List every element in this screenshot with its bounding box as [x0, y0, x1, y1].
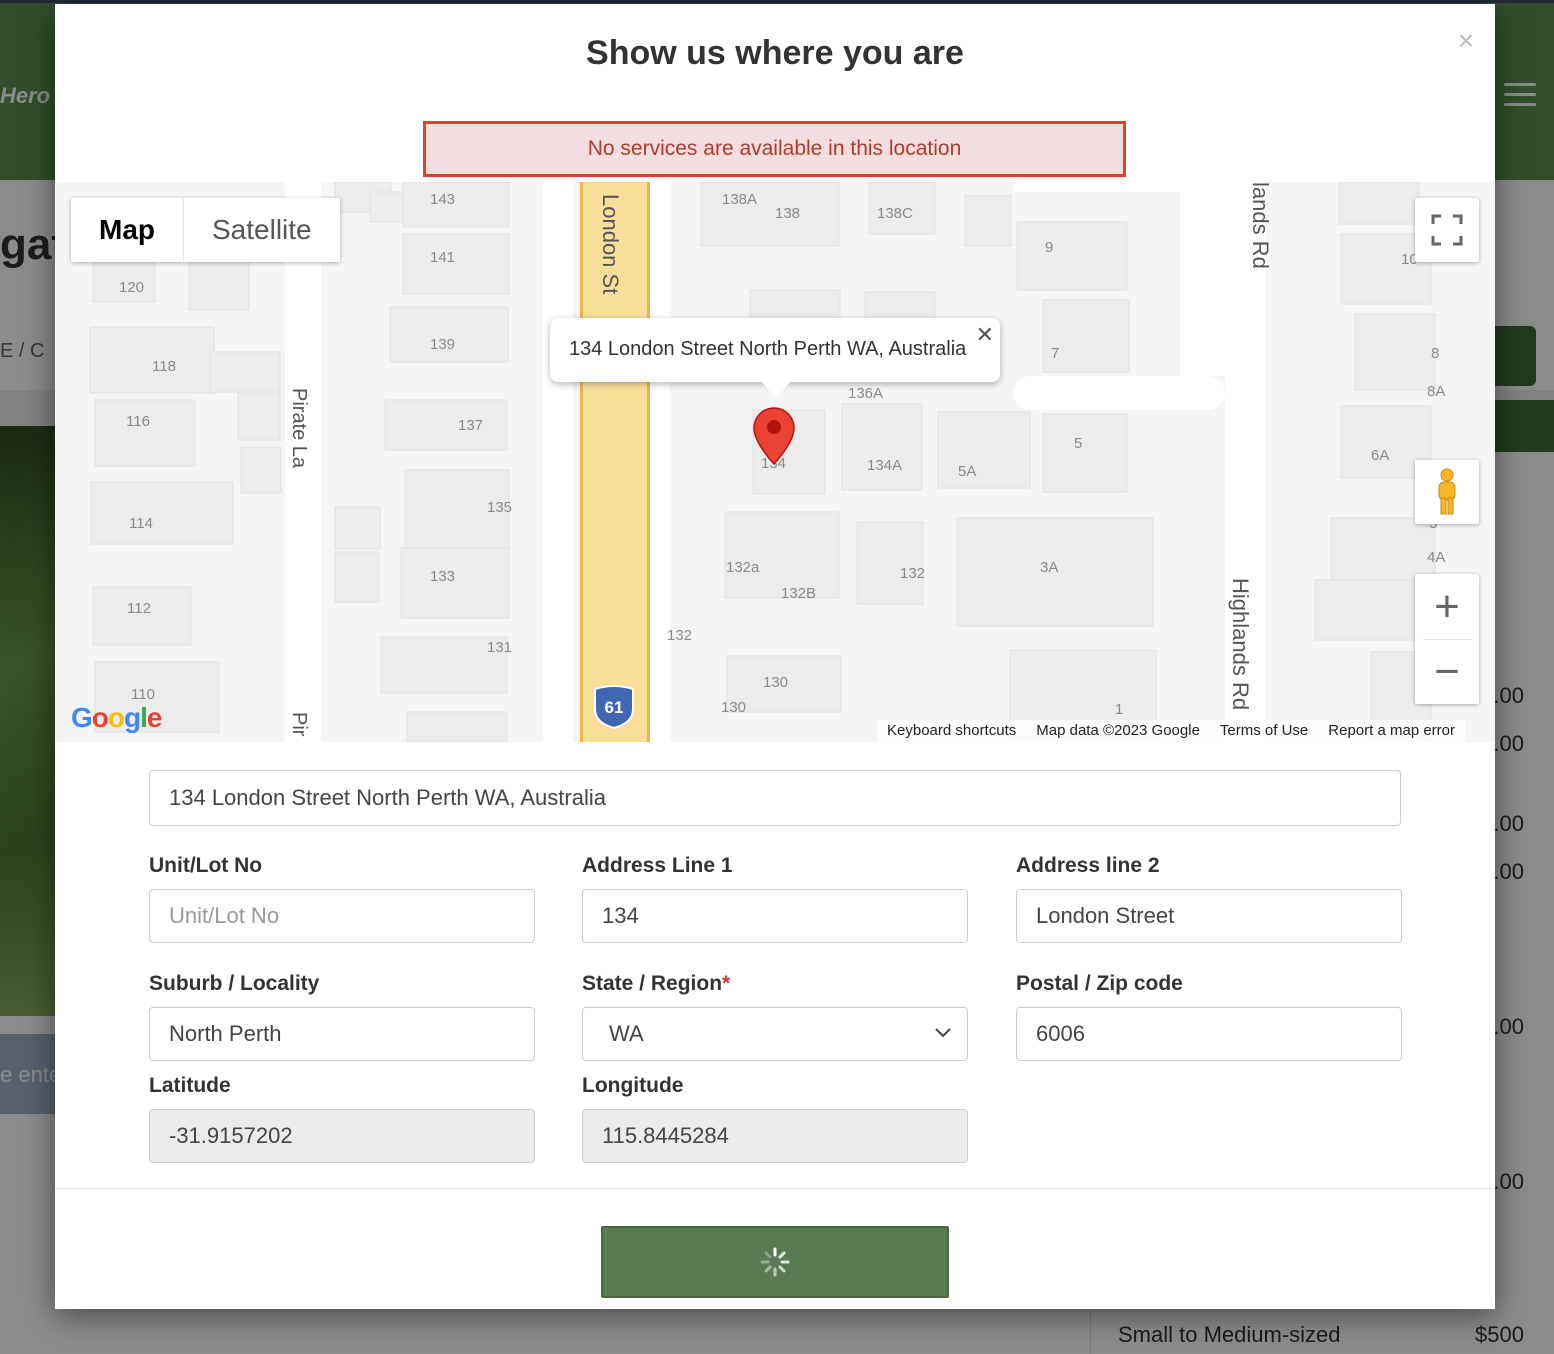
lot-number: 138C	[877, 205, 913, 222]
google-map[interactable]: 143 141 139 137 135 133 131 120 118 116 …	[55, 182, 1495, 742]
lot-number: 110	[131, 686, 155, 703]
street-label: Highlands Rd	[1228, 578, 1253, 710]
lot-number: 120	[119, 279, 144, 296]
longitude-label: Longitude	[582, 1074, 684, 1097]
address-line-2-label: Address line 2	[1016, 854, 1160, 877]
lot-number: 132a	[726, 559, 760, 576]
chevron-down-icon	[935, 1028, 951, 1038]
latitude-label: Latitude	[149, 1074, 231, 1097]
terms-of-use-link[interactable]: Terms of Use	[1210, 720, 1318, 742]
longitude-input: 115.8445284	[582, 1109, 968, 1163]
lot-number: 141	[430, 249, 455, 266]
state-select[interactable]: WA	[582, 1007, 968, 1061]
lot-number: 138	[775, 205, 800, 222]
address-line-1-label: Address Line 1	[582, 854, 733, 877]
lot-number: 6A	[1371, 447, 1389, 464]
suburb-label: Suburb / Locality	[149, 972, 320, 995]
suburb-input[interactable]: North Perth	[149, 1007, 535, 1061]
lot-number: 8	[1431, 345, 1439, 362]
street-label: lands Rd	[1248, 182, 1273, 269]
latitude-input: -31.9157202	[149, 1109, 535, 1163]
street-label: London St	[598, 194, 623, 294]
zoom-in-icon[interactable]: +	[1415, 575, 1479, 639]
unit-input[interactable]: Unit/Lot No	[149, 889, 535, 943]
required-mark: *	[722, 972, 731, 995]
lot-number: 9	[1045, 239, 1053, 256]
lot-number: 143	[430, 191, 455, 208]
location-marker-icon[interactable]	[752, 406, 796, 466]
lot-number: 132B	[781, 585, 816, 602]
fullscreen-button[interactable]	[1415, 198, 1479, 262]
lot-number: 4A	[1427, 549, 1445, 566]
map-attribution: Keyboard shortcuts Map data ©2023 Google…	[877, 720, 1465, 742]
lot-number: 137	[458, 417, 483, 434]
map-type-satellite-button[interactable]: Satellite	[184, 198, 340, 262]
lot-number: 5A	[958, 463, 976, 480]
state-label: State / Region*	[582, 972, 730, 996]
state-label-text: State / Region	[582, 972, 723, 995]
fullscreen-icon	[1431, 214, 1463, 246]
address-line-1-input[interactable]: 134	[582, 889, 968, 943]
lot-number: 131	[487, 639, 512, 656]
street-label: Pirate La	[288, 388, 310, 469]
postal-input[interactable]: 6006	[1016, 1007, 1402, 1061]
zoom-control: + −	[1415, 574, 1479, 704]
map-type-control: Map Satellite	[71, 198, 340, 262]
address-search-input[interactable]: 134 London Street North Perth WA, Austra…	[149, 770, 1401, 826]
submit-button[interactable]	[601, 1226, 949, 1298]
lot-number: 133	[430, 568, 455, 585]
postal-label: Postal / Zip code	[1016, 972, 1183, 995]
zoom-out-icon[interactable]: −	[1415, 640, 1479, 704]
lot-number: 132	[900, 565, 925, 582]
error-alert: No services are available in this locati…	[423, 121, 1126, 177]
lot-number: 134A	[867, 457, 902, 474]
info-window-close-icon[interactable]: ✕	[976, 322, 994, 348]
unit-label: Unit/Lot No	[149, 854, 263, 877]
lot-number: 132	[667, 627, 692, 644]
lot-number: 1	[1115, 701, 1123, 718]
map-type-map-button[interactable]: Map	[71, 198, 184, 262]
map-info-window: 134 London Street North Perth WA, Austra…	[550, 318, 1000, 398]
pegman-icon	[1438, 468, 1456, 515]
close-icon[interactable]: ×	[1451, 26, 1481, 56]
lot-number: 139	[430, 336, 455, 353]
route-number: 61	[605, 698, 624, 717]
lot-number: 136A	[848, 385, 883, 402]
lot-number: 7	[1051, 345, 1059, 362]
lot-number: 8A	[1427, 383, 1445, 400]
lot-number: 114	[129, 515, 153, 532]
loading-spinner-icon	[760, 1247, 790, 1277]
lot-number: 130	[721, 699, 746, 716]
state-select-value: WA	[609, 1021, 644, 1046]
lot-number: 130	[763, 674, 788, 691]
lot-number: 3A	[1040, 559, 1058, 576]
lot-number: 138A	[722, 191, 757, 208]
route-shield-icon: 61	[594, 685, 634, 729]
street-label: Pir	[288, 712, 310, 737]
lot-number: 135	[487, 499, 512, 516]
map-data-text: Map data ©2023 Google	[1036, 722, 1200, 739]
lot-number: 5	[1074, 435, 1082, 452]
location-modal: Show us where you are × No services are …	[55, 4, 1495, 1309]
lot-number: 118	[152, 358, 176, 375]
keyboard-shortcuts-link[interactable]: Keyboard shortcuts	[877, 720, 1026, 742]
modal-divider	[55, 1188, 1495, 1189]
street-view-button[interactable]	[1415, 460, 1479, 524]
modal-title: Show us where you are	[586, 34, 964, 72]
lot-number: 116	[126, 413, 150, 430]
report-map-error-link[interactable]: Report a map error	[1318, 720, 1465, 742]
google-logo: Google	[71, 702, 162, 733]
lot-number: 112	[127, 600, 151, 617]
address-line-2-input[interactable]: London Street	[1016, 889, 1402, 943]
info-window-text: 134 London Street North Perth WA, Austra…	[569, 338, 967, 360]
